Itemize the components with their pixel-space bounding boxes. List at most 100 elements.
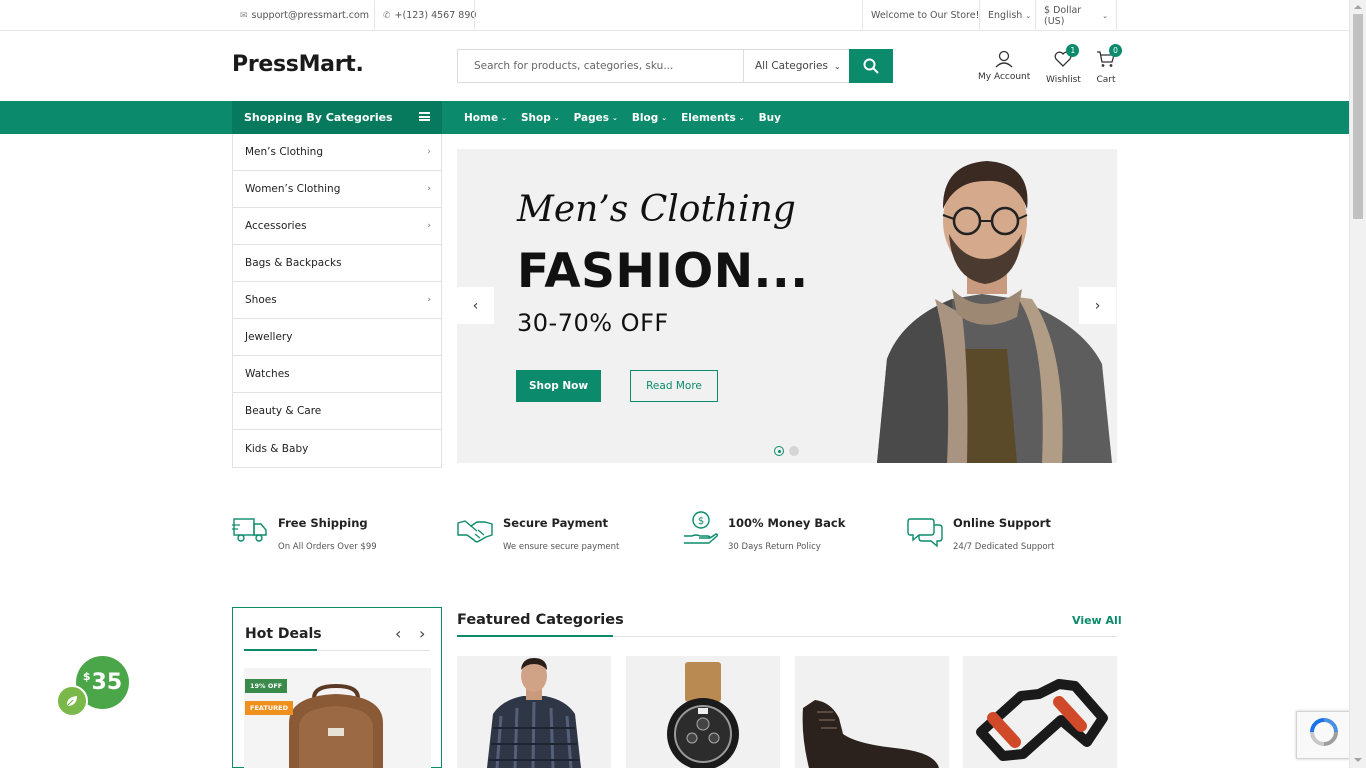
featured-categories-title: Featured Categories xyxy=(457,612,624,628)
sidebar-item-kids-baby[interactable]: Kids & Baby xyxy=(233,430,441,467)
wishlist-label: Wishlist xyxy=(1046,75,1081,85)
page-scrollbar[interactable] xyxy=(1349,0,1366,768)
chevron-down-icon: ⌄ xyxy=(738,113,745,122)
categories-heading: Shopping By Categories xyxy=(244,111,393,124)
main-navbar: Shopping By Categories Home ⌄ Shop ⌄ Pages… xyxy=(0,101,1349,134)
top-bar: ✉ support@pressmart.com ✆ +(123) 4567 89… xyxy=(0,0,1349,31)
feature-subtitle: 30 Days Return Policy xyxy=(728,542,821,552)
my-account-button[interactable]: My Account xyxy=(978,50,1030,82)
site-logo[interactable]: PressMart. xyxy=(232,52,364,77)
sidebar-item-label: Kids & Baby xyxy=(245,442,309,455)
nav-item-buy[interactable]: Buy xyxy=(759,112,781,124)
chevron-right-icon: › xyxy=(427,295,431,305)
chevron-down-icon: ⌄ xyxy=(553,113,560,122)
hot-deals-prev-button[interactable]: ‹ xyxy=(395,624,401,643)
hero-script-title: Men’s Clothing xyxy=(517,189,796,230)
nav-item-pages[interactable]: Pages ⌄ xyxy=(574,112,618,124)
nav-item-shop[interactable]: Shop ⌄ xyxy=(521,112,560,124)
slider-prev-button[interactable]: ‹ xyxy=(457,287,494,324)
welcome-message: Welcome to Our Store! xyxy=(862,0,987,31)
category-card-fitness[interactable] xyxy=(963,656,1117,768)
hot-deals-title: Hot Deals xyxy=(245,626,322,642)
scroll-down-arrow[interactable] xyxy=(1354,758,1362,762)
hot-deals-next-button[interactable]: › xyxy=(419,624,425,643)
language-selector[interactable]: English ⌄ xyxy=(979,0,1039,31)
sidebar-item-label: Jewellery xyxy=(245,331,293,343)
sidebar-item-jewellery[interactable]: Jewellery xyxy=(233,319,441,356)
nav-item-blog[interactable]: Blog ⌄ xyxy=(632,112,667,124)
sidebar-item-accessories[interactable]: Accessories › xyxy=(233,208,441,245)
sidebar-item-beauty-care[interactable]: Beauty & Care xyxy=(233,393,441,430)
slider-dot-active[interactable] xyxy=(774,446,784,456)
featured-badge: FEATURED xyxy=(245,701,293,715)
truck-icon xyxy=(232,518,267,542)
wishlist-count-badge: 1 xyxy=(1066,44,1080,57)
sidebar-item-bags-backpacks[interactable]: Bags & Backpacks xyxy=(233,245,441,282)
support-email[interactable]: ✉ support@pressmart.com xyxy=(232,0,377,31)
hot-deal-product-image[interactable]: 19% OFF FEATURED xyxy=(244,668,431,768)
scroll-up-arrow[interactable] xyxy=(1354,5,1362,9)
category-sidebar: Men’s Clothing › Women’s Clothing › Access… xyxy=(232,134,442,468)
category-card-shoes[interactable] xyxy=(795,656,949,768)
chevron-down-icon: ⌄ xyxy=(1102,11,1108,20)
slider-dot[interactable] xyxy=(789,446,799,456)
boot-image xyxy=(802,700,939,768)
view-all-link[interactable]: View All xyxy=(1072,614,1122,627)
recaptcha-icon xyxy=(1310,718,1338,746)
sidebar-item-watches[interactable]: Watches xyxy=(233,356,441,393)
hot-deals-widget: Hot Deals ‹ › 19% OFF FEATURED xyxy=(232,607,442,768)
nav-item-home[interactable]: Home ⌄ xyxy=(464,112,507,124)
discount-badge: 19% OFF xyxy=(245,679,288,693)
sidebar-item-mens-clothing[interactable]: Men’s Clothing › xyxy=(233,134,441,171)
category-dropdown[interactable]: All Categories ⌄ xyxy=(743,50,849,82)
mens-shirt-image xyxy=(487,658,581,768)
hot-deals-divider xyxy=(317,650,430,651)
chevron-right-icon: › xyxy=(427,147,431,157)
price-currency: $ xyxy=(82,670,91,683)
chevron-right-icon: › xyxy=(427,184,431,194)
feature-title: Free Shipping xyxy=(278,516,368,530)
welcome-text: Welcome to Our Store! xyxy=(871,10,980,21)
user-icon xyxy=(995,50,1013,68)
support-phone[interactable]: ✆ +(123) 4567 890 xyxy=(374,0,484,31)
sidebar-item-shoes[interactable]: Shoes › xyxy=(233,282,441,319)
chevron-down-icon: ⌄ xyxy=(501,113,507,122)
nav-item-label: Home xyxy=(464,111,499,124)
nav-item-label: Pages xyxy=(573,111,609,124)
feature-money-back: $ 100% Money Back 30 Days Return Policy xyxy=(682,511,902,558)
chevron-right-icon: › xyxy=(419,624,426,643)
categories-toggle[interactable]: Shopping By Categories xyxy=(232,101,442,134)
leaf-icon xyxy=(66,696,77,707)
primary-menu: Home ⌄ Shop ⌄ Pages ⌄ Blog ⌄ Elements ⌄ Buy xyxy=(464,101,795,134)
nav-item-elements[interactable]: Elements ⌄ xyxy=(681,112,745,124)
search-button[interactable] xyxy=(849,49,893,83)
chevron-right-icon: › xyxy=(1094,297,1101,314)
category-dropdown-value: All Categories xyxy=(755,60,828,72)
menu-icon xyxy=(419,112,430,121)
currency-selector[interactable]: $ Dollar (US) ⌄ xyxy=(1035,0,1117,31)
cart-button[interactable]: 0 Cart xyxy=(1096,44,1122,85)
support-phone-text: +(123) 4567 890 xyxy=(394,10,477,21)
cart-icon-wrap: 0 xyxy=(1096,44,1122,75)
cart-label: Cart xyxy=(1096,75,1116,85)
cart-count-badge: 0 xyxy=(1109,44,1122,57)
floating-leaf-button[interactable] xyxy=(56,685,88,717)
my-account-label: My Account xyxy=(978,72,1031,82)
search-input[interactable] xyxy=(458,50,743,82)
wishlist-button[interactable]: 1 Wishlist xyxy=(1046,44,1081,85)
shop-now-button[interactable]: Shop Now xyxy=(516,370,601,402)
phone-icon: ✆ xyxy=(383,10,391,21)
feature-title: Online Support xyxy=(953,516,1051,530)
slider-next-button[interactable]: › xyxy=(1079,287,1116,324)
feature-subtitle: 24/7 Dedicated Support xyxy=(953,542,1055,552)
scrollbar-thumb[interactable] xyxy=(1353,14,1363,219)
read-more-button[interactable]: Read More xyxy=(630,370,718,402)
category-card-watches[interactable] xyxy=(626,656,780,768)
sidebar-item-label: Women’s Clothing xyxy=(245,183,341,195)
category-card-mens[interactable] xyxy=(457,656,611,768)
featured-categories-divider xyxy=(613,636,1117,637)
model-image xyxy=(877,161,1112,463)
sidebar-item-womens-clothing[interactable]: Women’s Clothing › xyxy=(233,171,441,208)
sidebar-item-label: Men’s Clothing xyxy=(245,146,324,158)
recaptcha-badge[interactable] xyxy=(1296,711,1350,759)
